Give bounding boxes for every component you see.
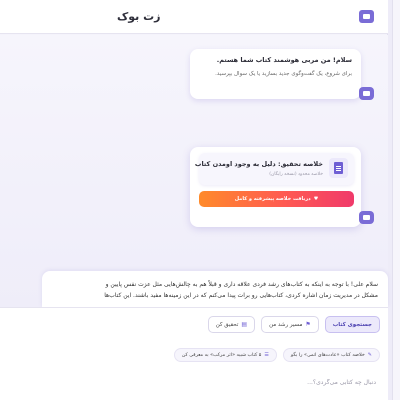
research-icon: ▤ [241,321,248,328]
chat-header: زت بوک [0,0,388,34]
composer: جستجوی کتاب ⚑ مسیر رشد من ▤ تحقیق کن ✎ خ… [0,307,388,400]
mode-research-label: تحقیق کن [215,321,239,328]
mode-book-search-button[interactable]: جستجوی کتاب [324,316,380,333]
book-icon: ✎ [367,352,372,358]
suggestion-chips: ✎ خلاصه کتاب «عادت‌های اتمی» را بگو ☰ ۵ … [173,348,380,362]
chat-bubble-icon[interactable] [359,10,374,23]
message-input[interactable] [8,370,380,394]
get-full-summary-button[interactable]: ♥ دریافت خلاصه پیشرفته و کامل [199,191,354,207]
message-list: سلام! من مربی هوشمند کتاب شما هستم. برای… [0,35,388,307]
response-line-1: سلام علی! با توجه به اینکه به کتاب‌های ر… [105,281,378,288]
welcome-message: سلام! من مربی هوشمند کتاب شما هستم. برای… [190,49,361,99]
bot-avatar-icon [359,87,374,100]
mode-book-search-label: جستجوی کتاب [332,321,372,328]
summary-subtitle: خلاصه محدود (نسخه رایگان) [269,172,323,177]
suggestion-summary-label: خلاصه کتاب «عادت‌های اتمی» را بگو [290,352,365,358]
summary-message: خلاصه تحقیق: دلیل به وجود اومدن کتاب خلا… [190,147,361,227]
books-icon: ☰ [264,352,269,358]
chat-title: زت بوک [117,10,161,23]
mode-selector: جستجوی کتاب ⚑ مسیر رشد من ▤ تحقیق کن [207,316,380,333]
mode-growth-path-label: مسیر رشد من [269,321,303,328]
get-full-summary-label: دریافت خلاصه پیشرفته و کامل [234,196,311,202]
summary-title: خلاصه تحقیق: دلیل به وجود اومدن کتاب [194,160,323,168]
mode-growth-path-button[interactable]: ⚑ مسیر رشد من [261,316,319,333]
suggestion-similar-label: ۵ کتاب شبیه «اثر مرکب» به معرفی کن [181,352,262,358]
welcome-greeting: سلام! من مربی هوشمند کتاب شما هستم. [216,56,352,64]
suggestion-chip-summary[interactable]: ✎ خلاصه کتاب «عادت‌های اتمی» را بگو [282,348,380,362]
welcome-instruction: برای شروع، یک گفت‌وگوی جدید بسازید یا یک… [215,71,352,77]
summary-card[interactable]: خلاصه تحقیق: دلیل به وجود اومدن کتاب خلا… [195,153,354,185]
heart-icon: ♥ [313,196,319,202]
side-edge-strip [392,0,400,400]
bot-avatar-icon [359,211,374,224]
mode-research-button[interactable]: ▤ تحقیق کن [207,316,256,333]
document-icon [329,158,348,178]
path-icon: ⚑ [305,321,311,328]
response-line-2: مشکل در مدیریت زمان اشاره کردی، کتاب‌های… [104,292,378,299]
bot-response-message: سلام علی! با توجه به اینکه به کتاب‌های ر… [42,271,388,307]
suggestion-chip-similar[interactable]: ☰ ۵ کتاب شبیه «اثر مرکب» به معرفی کن [173,348,277,362]
chat-panel: زت بوک سلام! من مربی هوشمند کتاب شما هست… [0,0,388,400]
